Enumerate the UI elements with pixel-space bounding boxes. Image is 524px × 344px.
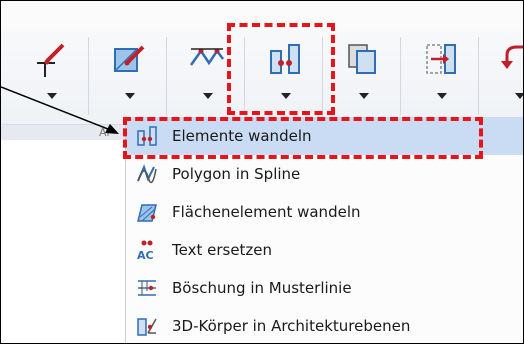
- line-pencil-tool[interactable]: [23, 41, 79, 111]
- ribbon-separator: [478, 37, 479, 115]
- menu-item-label: Text ersetzen: [172, 241, 273, 259]
- ribbon-separator: [244, 37, 245, 115]
- 3d-body-icon: [137, 318, 157, 336]
- polygon-spline-icon: [137, 164, 157, 184]
- edit-surface-tool[interactable]: [101, 41, 157, 111]
- polyline-tool[interactable]: [179, 41, 235, 111]
- menu-item-flaechenelement-wandeln[interactable]: Flächenelement wandeln: [126, 193, 523, 231]
- menu-item-elemente-wandeln[interactable]: Elemente wandeln: [126, 117, 523, 155]
- menu-item-text-ersetzen[interactable]: AC Text ersetzen: [126, 231, 523, 269]
- pencil-line-icon: [37, 43, 65, 77]
- move-into-icon: [426, 44, 456, 74]
- app-window: Är Elemente wandeln Polygon in Spline Fl…: [0, 0, 524, 344]
- ribbon-header: [1, 1, 523, 30]
- copy-icon: [348, 44, 376, 74]
- menu-item-label: 3D-Körper in Architekturebenen: [172, 317, 411, 335]
- convert-elements-icon: [270, 44, 300, 74]
- undo-icon: [501, 45, 523, 69]
- edit-surface-icon: [114, 45, 145, 72]
- ribbon-separator: [400, 37, 401, 115]
- slope-pattern-icon: [138, 280, 156, 296]
- move-into-tool[interactable]: [413, 41, 469, 111]
- copy-tool[interactable]: [335, 41, 391, 111]
- menu-item-polygon-in-spline[interactable]: Polygon in Spline: [126, 155, 523, 193]
- chevron-down-icon[interactable]: [47, 93, 57, 99]
- ribbon-separator: [322, 37, 323, 115]
- polyline-icon: [189, 48, 224, 66]
- chevron-down-icon[interactable]: [515, 93, 523, 99]
- chevron-down-icon[interactable]: [125, 93, 135, 99]
- convert-elements-icon: [137, 126, 157, 146]
- menu-item-label: Flächenelement wandeln: [172, 203, 361, 221]
- undo-tool[interactable]: [491, 41, 523, 111]
- surface-element-icon: [137, 204, 157, 222]
- ribbon-separator: [88, 37, 89, 115]
- svg-text:AC: AC: [137, 249, 154, 261]
- convert-elements-tool[interactable]: [257, 41, 313, 111]
- ribbon-separator: [166, 37, 167, 115]
- chevron-down-icon[interactable]: [359, 93, 369, 99]
- text-replace-icon: AC: [137, 240, 154, 261]
- menu-item-label: Polygon in Spline: [172, 165, 301, 183]
- menu-item-label: Elemente wandeln: [172, 127, 312, 145]
- ribbon-group-label: Är: [99, 126, 112, 139]
- chevron-down-icon[interactable]: [203, 93, 213, 99]
- dropdown-menu: Elemente wandeln Polygon in Spline Fläch…: [125, 117, 523, 343]
- menu-item-boeschung-in-musterlinie[interactable]: Böschung in Musterlinie: [126, 269, 523, 307]
- chevron-down-icon[interactable]: [281, 93, 291, 99]
- menu-item-label: Böschung in Musterlinie: [172, 279, 352, 297]
- menu-item-3d-koerper-in-architekturebenen[interactable]: 3D-Körper in Architekturebenen: [126, 307, 523, 343]
- chevron-down-icon[interactable]: [437, 93, 447, 99]
